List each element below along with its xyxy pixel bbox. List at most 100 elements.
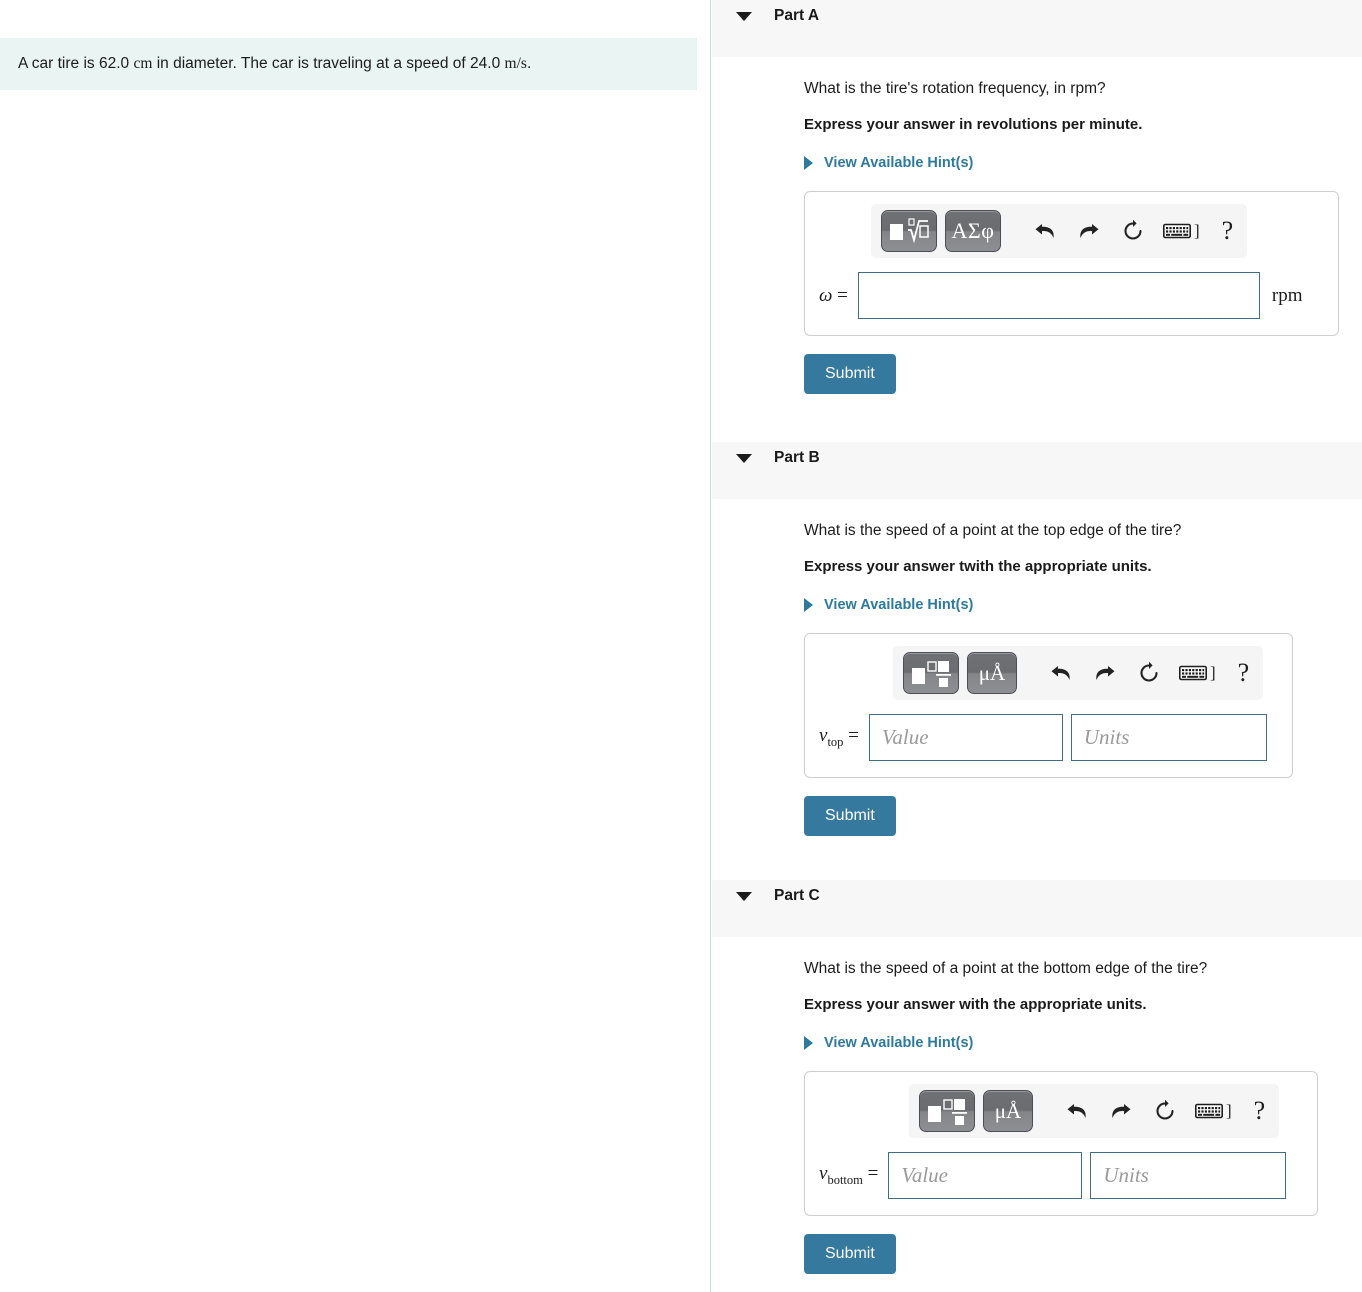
units-input-b[interactable]: [1070, 714, 1267, 761]
equals-sign-c: =: [862, 1163, 879, 1185]
question-text-c: What is the speed of a point at the bott…: [804, 960, 1208, 977]
variable-label-b: vtop =: [819, 725, 869, 750]
part-body-a: What is the tire's rotation frequency, i…: [712, 57, 1362, 394]
redo-button-c[interactable]: [1099, 1091, 1143, 1131]
reset-button-c[interactable]: [1143, 1091, 1187, 1131]
keyboard-bracket-b: ]: [1210, 663, 1216, 682]
part-section-b: Part B What is the speed of a point at t…: [712, 442, 1362, 840]
reset-icon: [1140, 661, 1158, 682]
submit-button-b[interactable]: Submit: [804, 796, 896, 836]
value-input-b[interactable]: [868, 714, 1063, 761]
variable-subscript-c: bottom: [827, 1172, 863, 1187]
view-hints-label-a: View Available Hint(s): [824, 155, 974, 171]
keyboard-button-b[interactable]: ]: [1179, 663, 1216, 683]
problem-statement: A car tire is 62.0 cm in diameter. The c…: [0, 38, 697, 90]
instruction-text-a: Express your answer in revolutions per m…: [804, 116, 1143, 133]
problem-statement-pane: A car tire is 62.0 cm in diameter. The c…: [0, 0, 711, 1292]
unit-meters-per-second: m/s: [504, 54, 527, 72]
part-header-b[interactable]: Part B: [712, 442, 1362, 499]
answer-input-a[interactable]: [857, 272, 1260, 319]
units-symbols-button-b[interactable]: μÅ: [967, 652, 1017, 694]
question-text-b: What is the speed of a point at the top …: [804, 522, 1182, 539]
submit-button-a[interactable]: Submit: [804, 354, 896, 394]
fraction-template-icon: [928, 1099, 967, 1125]
unit-cm: cm: [133, 54, 153, 72]
undo-icon: [1067, 1104, 1086, 1118]
answer-box-a: ΑΣφ] ? ω = rpm: [804, 191, 1339, 336]
collapse-caret-icon-b[interactable]: [736, 454, 752, 463]
view-hints-label-b: View Available Hint(s): [824, 597, 974, 613]
submit-button-c[interactable]: Submit: [804, 1234, 896, 1274]
reset-button-a[interactable]: [1111, 211, 1155, 251]
part-header-c[interactable]: Part C: [712, 880, 1362, 937]
answer-pane: Part A What is the tire's rotation frequ…: [712, 0, 1362, 1292]
part-section-a: Part A What is the tire's rotation frequ…: [712, 0, 1362, 398]
units-symbols-label-c: μÅ: [994, 1098, 1022, 1123]
reset-icon: [1124, 219, 1142, 240]
help-button-b[interactable]: ?: [1238, 660, 1250, 686]
collapse-caret-icon-c[interactable]: [736, 892, 752, 901]
problem-text-part1: A car tire is 62.0: [18, 54, 134, 72]
question-text-a: What is the tire's rotation frequency, i…: [804, 57, 1362, 98]
instruction-text-b: Express your answer twith the appropriat…: [804, 558, 1152, 575]
part-section-c: Part C What is the speed of a point at t…: [712, 880, 1362, 1278]
part-header-a[interactable]: Part A: [712, 0, 1362, 57]
part-title-a: Part A: [774, 7, 820, 24]
keyboard-bracket-a: ]: [1194, 221, 1200, 240]
variable-symbol-a: ω: [819, 284, 833, 306]
part-body-c: What is the speed of a point at the bott…: [712, 937, 1362, 1274]
keyboard-button-a[interactable]: ]: [1163, 221, 1200, 241]
view-hints-c[interactable]: View Available Hint(s): [804, 1013, 973, 1051]
greek-symbols-label-a: ΑΣφ: [951, 218, 995, 243]
problem-page: A car tire is 62.0 cm in diameter. The c…: [0, 0, 1362, 1292]
answer-box-b: μÅ] ? vtop = Value Units: [804, 633, 1293, 778]
expand-caret-icon-b: [804, 598, 813, 612]
undo-button-b[interactable]: [1039, 653, 1083, 693]
problem-text-part2: in diameter. The car is traveling at a s…: [152, 54, 505, 72]
part-title-b: Part B: [774, 449, 820, 466]
unit-numerator: m: [504, 54, 517, 72]
equals-sign-b: =: [843, 725, 859, 747]
math-template-fraction-button-c[interactable]: [919, 1090, 975, 1132]
part-body-b: What is the speed of a point at the top …: [712, 499, 1362, 836]
undo-icon: [1051, 666, 1070, 680]
answer-input-row-c: vbottom =: [819, 1152, 1303, 1199]
view-hints-a[interactable]: View Available Hint(s): [804, 133, 973, 171]
units-symbols-button-c[interactable]: μÅ: [983, 1090, 1033, 1132]
undo-icon: [1035, 224, 1054, 238]
value-input-c[interactable]: [888, 1152, 1083, 1199]
units-symbols-label-b: μÅ: [978, 660, 1006, 685]
undo-button-c[interactable]: [1055, 1091, 1099, 1131]
part-title-c: Part C: [774, 887, 820, 904]
problem-statement-text: A car tire is 62.0 cm in diameter. The c…: [18, 54, 531, 75]
redo-icon: [1096, 666, 1115, 680]
variable-label-c: vbottom =: [819, 1163, 888, 1188]
question-text-a-label: What is the tire's rotation frequency, i…: [804, 80, 1106, 97]
view-hints-label-c: View Available Hint(s): [824, 1035, 974, 1051]
help-button-c[interactable]: ?: [1254, 1098, 1266, 1124]
redo-button-a[interactable]: [1067, 211, 1111, 251]
keyboard-icon: [1179, 665, 1207, 681]
problem-text-part3: .: [526, 54, 532, 72]
collapse-caret-icon-a[interactable]: [736, 12, 752, 21]
help-button-a[interactable]: ?: [1222, 218, 1234, 244]
greek-symbols-button-a[interactable]: ΑΣφ: [945, 210, 1001, 252]
math-toolbar-b: μÅ] ?: [893, 646, 1264, 700]
unit-suffix-a: rpm: [1271, 284, 1303, 306]
math-template-radical-button-a[interactable]: [881, 210, 937, 252]
redo-button-b[interactable]: [1083, 653, 1127, 693]
view-hints-b[interactable]: View Available Hint(s): [804, 575, 973, 613]
keyboard-bracket-c: ]: [1226, 1101, 1232, 1120]
expand-caret-icon-a: [804, 156, 813, 170]
undo-button-a[interactable]: [1023, 211, 1067, 251]
math-toolbar-c: μÅ] ?: [909, 1084, 1280, 1138]
answer-box-c: μÅ] ? vbottom = Value Units: [804, 1071, 1318, 1216]
fraction-template-icon: [912, 661, 951, 687]
expand-caret-icon-c: [804, 1036, 813, 1050]
redo-icon: [1112, 1104, 1131, 1118]
keyboard-icon: [1163, 223, 1191, 239]
keyboard-button-c[interactable]: ]: [1195, 1101, 1232, 1121]
math-template-fraction-button-b[interactable]: [903, 652, 959, 694]
reset-button-b[interactable]: [1127, 653, 1171, 693]
units-input-c[interactable]: [1090, 1152, 1287, 1199]
